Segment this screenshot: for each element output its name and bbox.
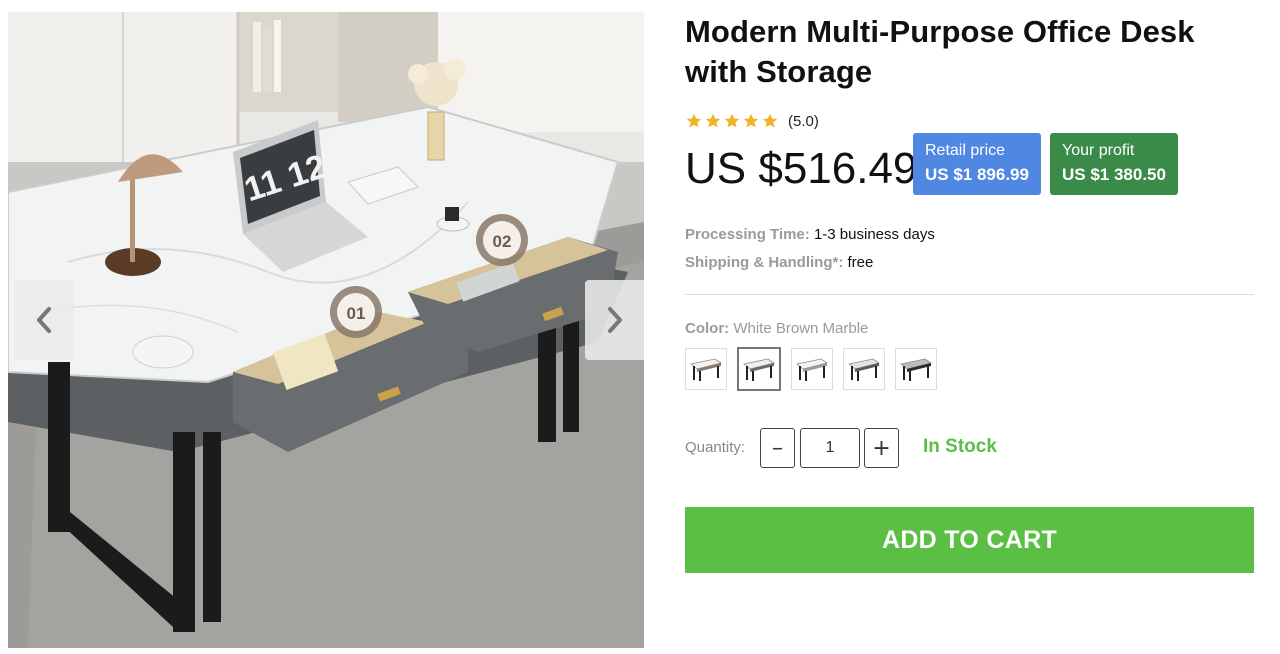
processing-time-label: Processing Time:: [685, 226, 810, 243]
profit-value: US $1 380.50: [1062, 165, 1166, 184]
retail-price-value: US $1 896.99: [925, 165, 1029, 184]
quantity-input[interactable]: [800, 428, 860, 468]
profit-label: Your profit: [1062, 142, 1135, 159]
star-icon: [705, 113, 721, 128]
color-swatch[interactable]: [791, 348, 833, 390]
color-label: Color:: [685, 320, 730, 337]
drawer-marker-02: 02: [493, 232, 512, 251]
add-to-cart-button[interactable]: ADD TO CART: [685, 507, 1254, 573]
color-swatches: [685, 347, 937, 391]
product-price: US $516.49: [685, 144, 918, 193]
profit-badge: Your profit US $1 380.50: [1050, 133, 1178, 195]
product-image: 11 12 01 02: [8, 12, 644, 648]
desk-thumbnail-icon: [796, 358, 828, 381]
retail-price-badge: Retail price US $1 896.99: [913, 133, 1041, 195]
quantity-decrease-button[interactable]: –: [760, 428, 795, 468]
star-icon: [743, 113, 759, 128]
drawer-marker-01: 01: [347, 304, 366, 323]
stock-status: In Stock: [923, 436, 997, 457]
desk-thumbnail-icon: [848, 358, 880, 381]
gallery-prev-button[interactable]: [14, 280, 74, 360]
retail-price-label: Retail price: [925, 142, 1006, 159]
desk-thumbnail-icon: [690, 358, 722, 381]
color-swatch[interactable]: [685, 348, 727, 390]
chevron-left-icon: [37, 307, 51, 333]
quantity-increase-button[interactable]: +: [864, 428, 899, 468]
color-swatch[interactable]: [895, 348, 937, 390]
color-row: Color: White Brown Marble: [685, 320, 868, 337]
product-details: Modern Multi-Purpose Office Desk with St…: [685, 12, 1255, 573]
rating-value: (5.0): [788, 112, 819, 130]
processing-time-row: Processing Time: 1-3 business days: [685, 226, 935, 243]
color-swatch[interactable]: [843, 348, 885, 390]
product-rating: (5.0): [685, 112, 819, 130]
product-title: Modern Multi-Purpose Office Desk with St…: [685, 14, 1195, 89]
rating-stars: [685, 112, 779, 130]
shipping-row: Shipping & Handling*: free: [685, 254, 873, 271]
color-value: White Brown Marble: [733, 320, 869, 337]
processing-time-value: 1-3 business days: [813, 226, 935, 243]
desk-thumbnail-icon: [900, 358, 932, 381]
gallery-next-button[interactable]: [585, 280, 644, 360]
divider: [685, 294, 1254, 295]
quantity-label: Quantity:: [685, 439, 746, 456]
star-icon: [686, 113, 702, 128]
desk-thumbnail-icon: [743, 358, 775, 381]
shipping-value: free: [847, 254, 874, 271]
product-image-gallery: 11 12 01 02: [8, 12, 644, 648]
shipping-label: Shipping & Handling*:: [685, 254, 844, 271]
color-swatch[interactable]: [737, 347, 781, 391]
star-icon: [762, 113, 778, 128]
star-icon: [724, 113, 740, 128]
chevron-right-icon: [608, 307, 622, 333]
